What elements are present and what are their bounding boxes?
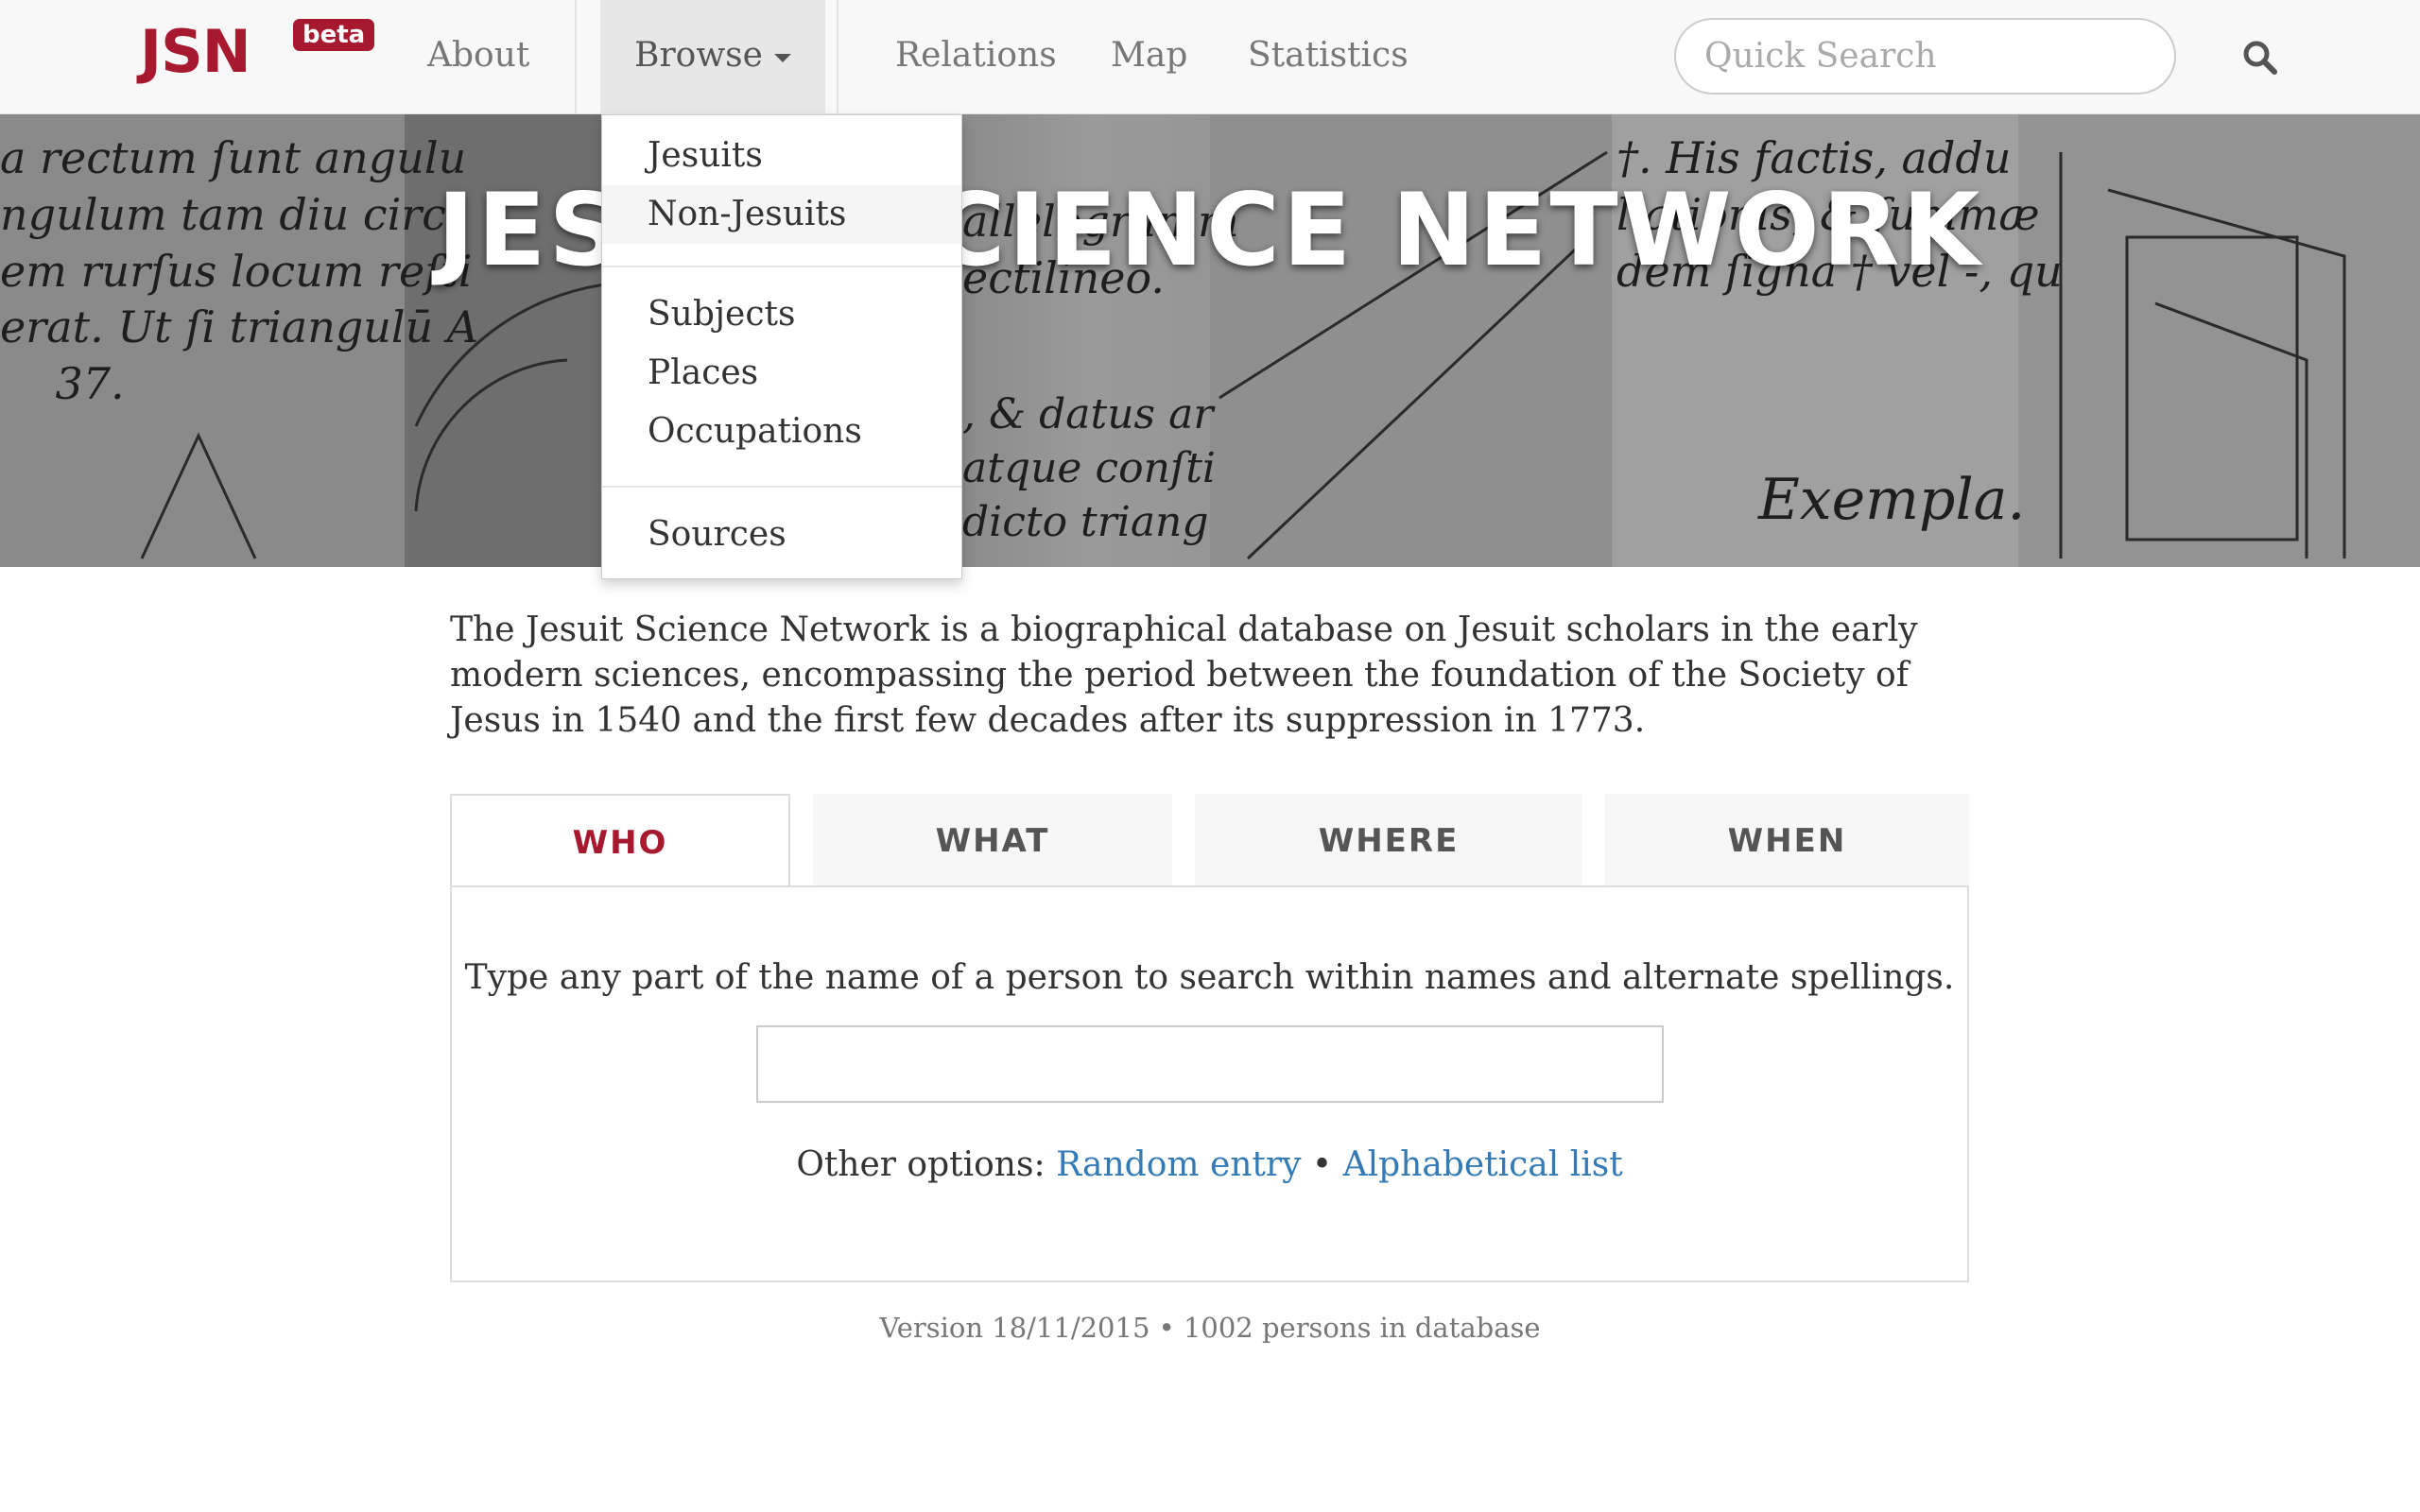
navbar: JSN beta About Browse Relations Map Stat… (0, 0, 2420, 114)
tab-who[interactable]: WHO (450, 794, 790, 888)
alphabetical-list-link[interactable]: Alphabetical list (1343, 1145, 1623, 1184)
menu-item-subjects[interactable]: Subjects (602, 285, 961, 344)
browse-dropdown-menu: Jesuits Non-Jesuits Subjects Places Occu… (601, 114, 962, 579)
menu-divider (602, 486, 961, 488)
menu-item-jesuits[interactable]: Jesuits (602, 127, 961, 185)
beta-badge: beta (293, 19, 375, 51)
hero-decoration: , & datus ar atque conſti dicto triang (962, 390, 1216, 547)
search-icon[interactable] (2240, 38, 2280, 77)
tab-what[interactable]: WHAT (813, 794, 1172, 886)
who-search-hint: Type any part of the name of a person to… (464, 958, 1955, 997)
tab-when[interactable]: WHEN (1605, 794, 1969, 886)
other-options: Other options: Random entry • Alphabetic… (452, 1145, 1967, 1184)
nav-about[interactable]: About (427, 0, 529, 114)
who-search-panel: Type any part of the name of a person to… (450, 885, 1969, 1282)
nav-map[interactable]: Map (1111, 0, 1187, 114)
menu-item-occupations[interactable]: Occupations (602, 403, 961, 461)
nav-relations[interactable]: Relations (895, 0, 1057, 114)
options-separator: • (1311, 1145, 1333, 1184)
nav-divider (837, 0, 838, 114)
quick-search-input[interactable] (1674, 18, 2176, 94)
hero-title: JESUIT SCIENCE NETWORK (437, 172, 1983, 288)
person-name-search-input[interactable] (756, 1025, 1664, 1103)
menu-item-non-jesuits[interactable]: Non-Jesuits (602, 185, 961, 244)
nav-browse[interactable]: Browse (600, 0, 825, 114)
nav-statistics[interactable]: Statistics (1248, 0, 1409, 114)
nav-browse-label: Browse (634, 36, 763, 75)
version-info: Version 18/11/2015 • 1002 persons in dat… (879, 1312, 1541, 1344)
logo-text: JSN (140, 17, 251, 86)
intro-paragraph: The Jesuit Science Network is a biograph… (450, 610, 1918, 740)
menu-divider (602, 266, 961, 267)
tab-where[interactable]: WHERE (1195, 794, 1582, 886)
hero-decoration: Exempla. (1758, 467, 2026, 533)
other-options-label: Other options: (796, 1145, 1046, 1184)
menu-item-sources[interactable]: Sources (602, 506, 961, 564)
caret-down-icon (773, 53, 791, 62)
random-entry-link[interactable]: Random entry (1056, 1145, 1301, 1184)
menu-item-places[interactable]: Places (602, 344, 961, 403)
nav-divider (575, 0, 577, 114)
